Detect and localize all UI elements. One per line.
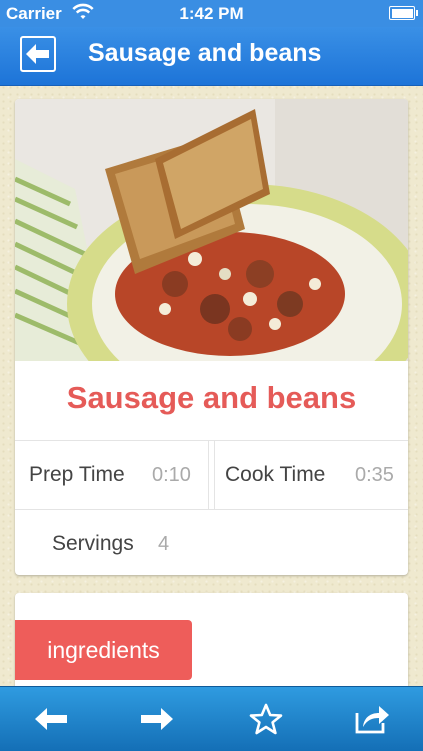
next-button[interactable] [137,701,177,737]
bottom-toolbar [0,686,423,751]
favorite-button[interactable] [246,701,286,737]
divider [214,441,215,509]
prep-time-label: Prep Time [29,463,125,486]
prep-time-value: 0:10 [152,464,191,486]
next-arrow-icon [141,708,173,730]
divider [15,509,408,510]
back-arrow-icon [26,44,49,64]
recipe-card: Sausage and beans Prep Time 0:10 Cook Ti… [15,99,408,575]
status-bar: Carrier 1:42 PM [0,0,423,27]
previous-arrow-icon [35,708,67,730]
recipe-photo [15,99,408,361]
cook-time-label: Cook Time [225,463,326,486]
share-button[interactable] [352,701,392,737]
previous-button[interactable] [31,701,71,737]
cook-time-value: 0:35 [355,464,394,486]
share-icon [355,706,389,734]
navigation-bar: Sausage and beans [0,27,423,86]
servings-label: Servings [52,532,134,555]
recipe-title: Sausage and beans [66,380,357,415]
servings-value: 4 [158,533,170,555]
star-icon [249,703,283,735]
clock: 1:42 PM [179,4,244,23]
divider [208,441,209,509]
ingredients-tab[interactable]: ingredients [15,620,192,680]
divider [15,440,408,441]
back-button[interactable] [20,36,56,72]
page-title: Sausage and beans [88,39,322,67]
battery-icon [389,6,418,20]
